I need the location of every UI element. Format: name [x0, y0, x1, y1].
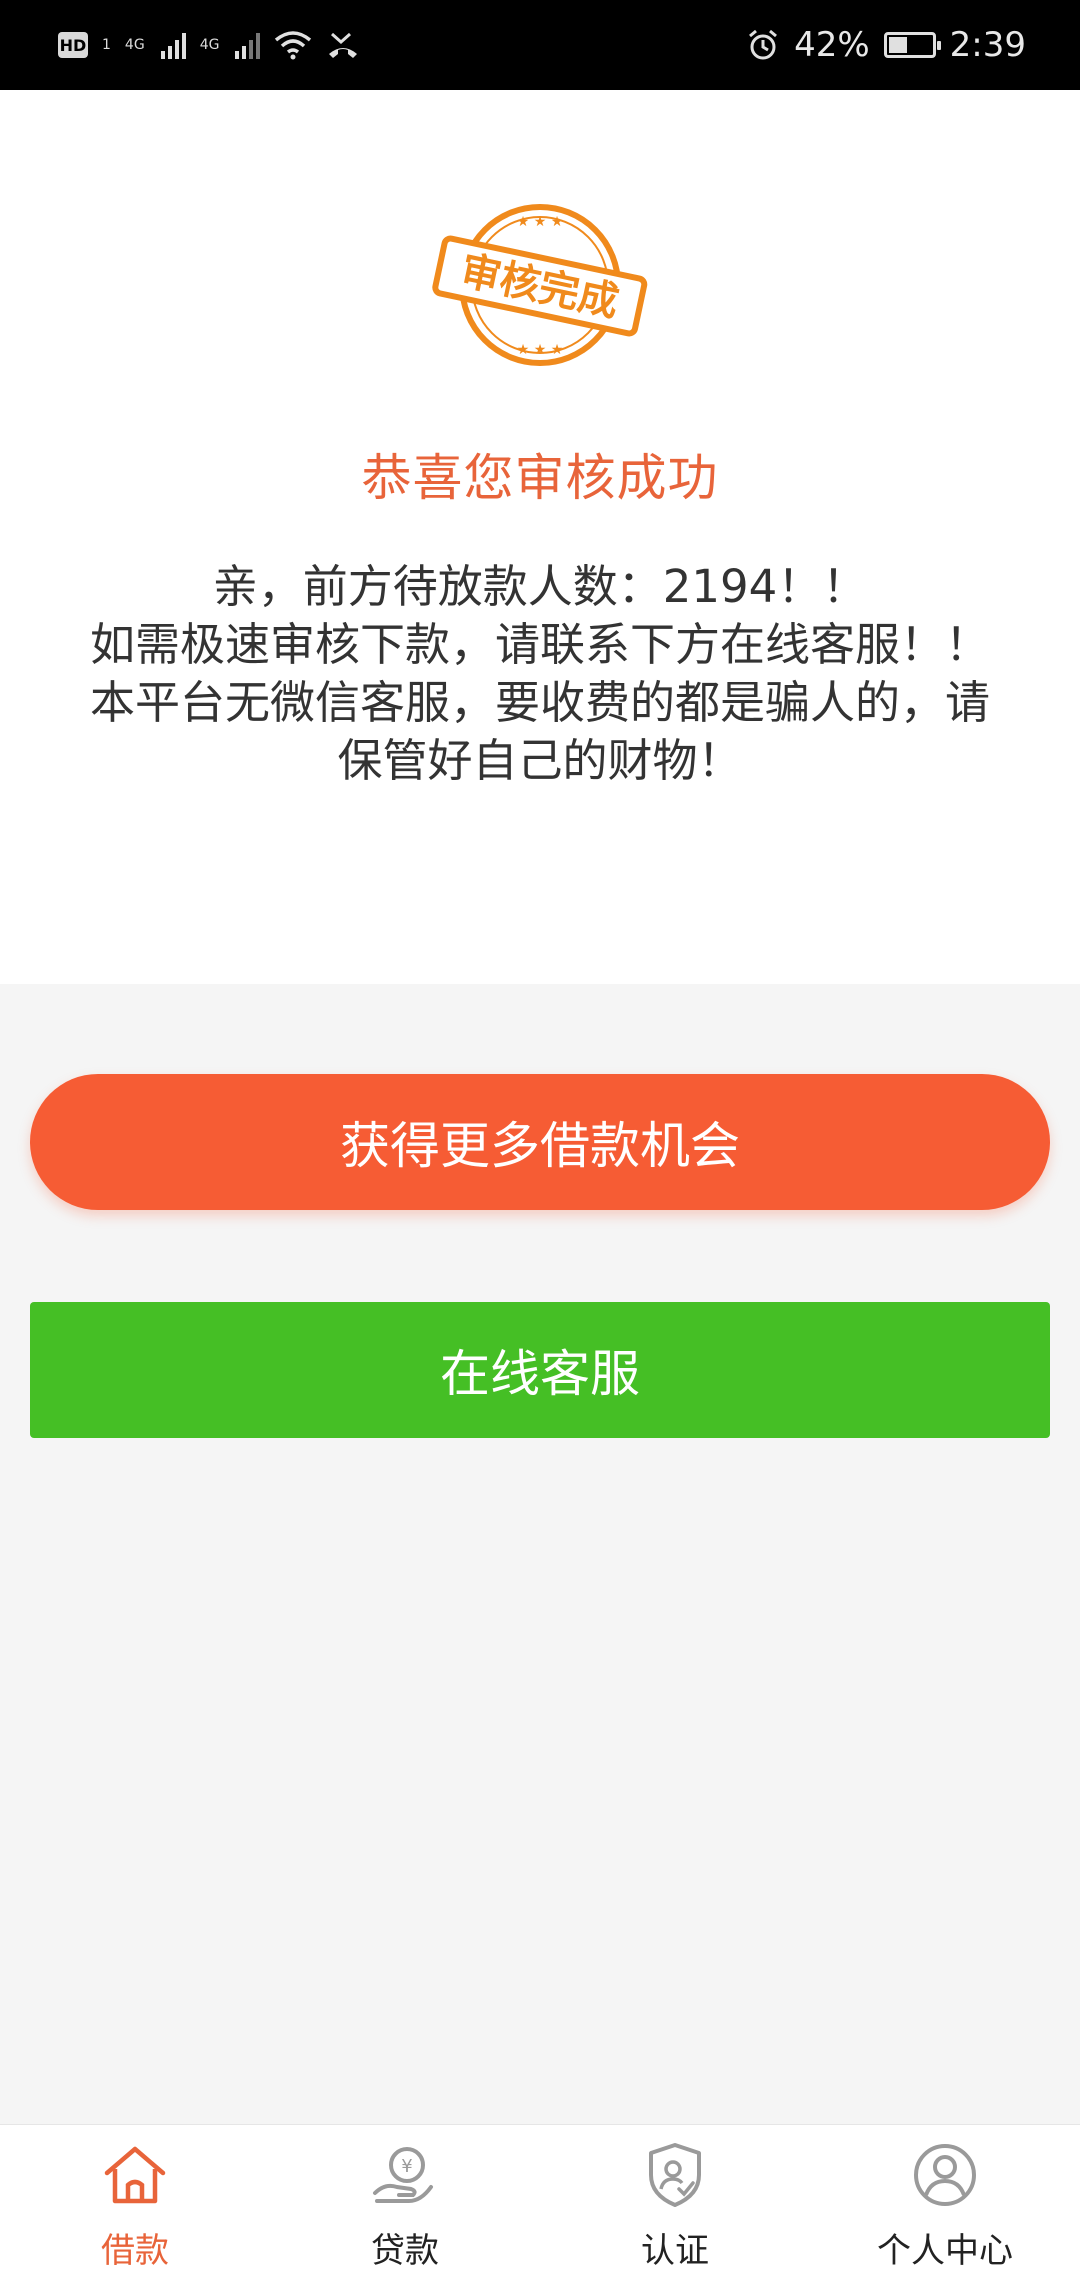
alarm-icon: [749, 29, 778, 60]
clock: 2:39: [949, 25, 1026, 65]
wifi-icon: [275, 31, 312, 60]
more-loan-chances-button[interactable]: 获得更多借款机会: [30, 1074, 1050, 1210]
yen-hand-icon: ¥: [373, 2147, 433, 2203]
status-bar-right: 42% 2:39: [746, 25, 1026, 65]
screen: HD 1 4G 4G 42% 2:39 ★ ★ ★ ★ ★ ★ 审核完成 恭喜您…: [0, 0, 1080, 2280]
signal-weak-icon: [235, 31, 261, 59]
notice-line: 保管好自己的财物！: [337, 734, 743, 787]
hd-slot-label: 1: [102, 37, 111, 53]
nav-item-loan[interactable]: 借款: [0, 2125, 270, 2280]
online-service-button[interactable]: 在线客服: [30, 1302, 1050, 1438]
nav-label: 借款: [101, 2231, 169, 2271]
bottom-nav: 借款 ¥ 贷款 认证 个人中心: [0, 2124, 1080, 2280]
battery-percent: 42%: [794, 25, 870, 65]
notice-line: 本平台无微信客服，要收费的都是骗人的，请: [89, 676, 990, 729]
success-title: 恭喜您审核成功: [361, 449, 719, 507]
hd-icon: HD: [58, 32, 88, 58]
shield-user-icon: [649, 2143, 701, 2207]
status-bar: HD 1 4G 4G 42% 2:39: [0, 0, 1080, 90]
missed-call-icon: [329, 32, 358, 58]
nav-item-lending[interactable]: ¥ 贷款: [270, 2125, 540, 2280]
nav-item-profile[interactable]: 个人中心: [810, 2125, 1080, 2280]
battery-icon: [883, 32, 941, 58]
notice-line: 如需极速审核下款，请联系下方在线客服！！: [89, 618, 990, 671]
network-type-2: 4G: [199, 37, 220, 53]
svg-text:★ ★ ★: ★ ★ ★: [517, 214, 564, 230]
home-icon: [104, 2146, 166, 2204]
notice-line: 亲，前方待放款人数：2194！！: [212, 560, 868, 613]
nav-label: 个人中心: [877, 2231, 1013, 2271]
battery-level: [888, 37, 907, 53]
network-type-1: 4G: [124, 37, 145, 53]
result-card: ★ ★ ★ ★ ★ ★ 审核完成 恭喜您审核成功 亲，前方待放款人数：2194！…: [0, 90, 1080, 984]
signal-icon: [160, 31, 186, 59]
svg-text:¥: ¥: [401, 2156, 412, 2177]
status-bar-left: HD 1 4G 4G: [58, 30, 360, 60]
svg-text:★ ★ ★: ★ ★ ★: [517, 342, 564, 358]
nav-label: 认证: [641, 2231, 709, 2271]
approved-stamp-icon: ★ ★ ★ ★ ★ ★ 审核完成: [432, 204, 648, 366]
user-icon: [914, 2144, 976, 2206]
nav-label: 贷款: [371, 2231, 439, 2271]
notice-text: 亲，前方待放款人数：2194！！ 如需极速审核下款，请联系下方在线客服！！ 本平…: [56, 558, 1024, 790]
nav-item-verify[interactable]: 认证: [540, 2125, 810, 2280]
